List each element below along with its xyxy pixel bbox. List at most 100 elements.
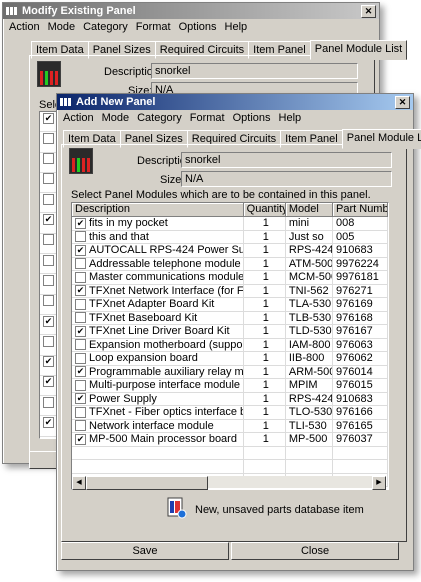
row-checkbox[interactable] bbox=[43, 234, 54, 246]
cell-quantity: 1 bbox=[244, 365, 286, 378]
row-checkbox[interactable] bbox=[75, 420, 86, 432]
row-checkbox[interactable] bbox=[43, 396, 54, 408]
menu-options[interactable]: Options bbox=[175, 21, 221, 33]
table-row[interactable]: ✔ MP-500 Main processor board 1 MP-500 97603… bbox=[72, 433, 388, 447]
scroll-thumb[interactable] bbox=[86, 476, 208, 490]
table-row[interactable]: this and that 1 Just so 005 bbox=[72, 230, 388, 244]
table-row[interactable]: TFXnet - Fiber optics interface board1TL… bbox=[72, 406, 388, 420]
row-checkbox[interactable]: ✔ bbox=[75, 433, 86, 445]
row-checkbox[interactable] bbox=[43, 254, 54, 266]
row-checkbox[interactable] bbox=[75, 271, 86, 283]
row-checkbox[interactable] bbox=[43, 173, 54, 185]
row-checkbox[interactable] bbox=[43, 335, 54, 347]
tab-panel-module-list[interactable]: Panel Module List bbox=[341, 129, 421, 149]
row-checkbox[interactable] bbox=[75, 339, 86, 351]
menu-format[interactable]: Format bbox=[132, 21, 175, 33]
row-checkbox[interactable] bbox=[43, 193, 54, 205]
scroll-right-icon[interactable]: ▶ bbox=[372, 476, 386, 490]
menu-options[interactable]: Options bbox=[229, 112, 275, 124]
row-checkbox[interactable] bbox=[75, 379, 86, 391]
row-checkbox[interactable]: ✔ bbox=[75, 325, 86, 337]
table-row[interactable]: TFXnet Adapter Board Kit 1 TLA-530 976169 bbox=[72, 298, 388, 312]
row-checkbox[interactable]: ✔ bbox=[43, 356, 54, 368]
modify-panel-titlebar[interactable]: Modify Existing Panel ✕ bbox=[3, 3, 379, 19]
description-field[interactable]: snorkel bbox=[181, 152, 392, 168]
table-row[interactable]: TFXnet Baseboard Kit 1 TLB-530 976168 bbox=[72, 311, 388, 325]
table-row[interactable]: Addressable telephone module 1 ATM-500 9976… bbox=[72, 257, 388, 271]
table-row[interactable]: Expansion motherboard (supports 5 IIB-80… bbox=[72, 338, 388, 352]
row-checkbox[interactable]: ✔ bbox=[75, 393, 86, 405]
horizontal-scrollbar[interactable]: ◀ ▶ bbox=[72, 476, 386, 490]
menu-action[interactable]: Action bbox=[5, 21, 44, 33]
cell-quantity: 1 bbox=[244, 379, 286, 392]
table-row[interactable]: ✔AUTOCALL RPS-424 Power Supply1RPS-42491… bbox=[72, 244, 388, 258]
cell-part: 9976224 bbox=[333, 257, 388, 270]
row-checkbox[interactable]: ✔ bbox=[43, 315, 54, 327]
row-checkbox[interactable]: ✔ bbox=[43, 417, 54, 429]
menu-help[interactable]: Help bbox=[221, 21, 252, 33]
cell-description: ✔ TFXnet Line Driver Board Kit bbox=[72, 325, 244, 338]
row-checkbox[interactable] bbox=[75, 258, 86, 270]
description-text: Multi-purpose interface module bbox=[89, 379, 241, 391]
description-field[interactable]: snorkel bbox=[151, 63, 358, 79]
row-checkbox[interactable] bbox=[43, 274, 54, 286]
menu-category[interactable]: Category bbox=[133, 112, 186, 124]
row-checkbox[interactable]: ✔ bbox=[43, 376, 54, 388]
row-checkbox[interactable]: ✔ bbox=[43, 214, 54, 226]
col-quantity[interactable]: Quantity bbox=[243, 203, 286, 217]
row-checkbox[interactable] bbox=[75, 352, 86, 364]
row-checkbox[interactable] bbox=[43, 295, 54, 307]
row-checkbox[interactable] bbox=[75, 312, 86, 324]
menu-mode[interactable]: Mode bbox=[44, 21, 80, 33]
row-checkbox[interactable]: ✔ bbox=[75, 285, 86, 297]
close-button[interactable]: Close bbox=[231, 542, 399, 560]
table-row[interactable]: ✔ TFXnet Line Driver Board Kit 1 TLD-530 976… bbox=[72, 325, 388, 339]
row-checkbox[interactable] bbox=[75, 298, 86, 310]
row-checkbox[interactable]: ✔ bbox=[75, 366, 86, 378]
row-checkbox[interactable] bbox=[43, 153, 54, 165]
save-button[interactable]: Save bbox=[61, 542, 229, 560]
cell-part: 976169 bbox=[333, 298, 388, 311]
cell-model: ARM-500 bbox=[286, 365, 334, 378]
row-checkbox[interactable] bbox=[75, 406, 86, 418]
empty-cell bbox=[333, 446, 388, 459]
row-checkbox[interactable]: ✔ bbox=[75, 217, 86, 229]
row-checkbox[interactable]: ✔ bbox=[43, 112, 54, 124]
cell-quantity: 1 bbox=[244, 298, 286, 311]
module-list[interactable]: Description Quantity Model Part Number ✔… bbox=[71, 202, 389, 490]
add-panel-titlebar[interactable]: Add New Panel ✕ bbox=[57, 94, 413, 110]
menu-help[interactable]: Help bbox=[275, 112, 306, 124]
table-row[interactable]: ✔TFXnet Network Interface (for FireGraph… bbox=[72, 284, 388, 298]
cell-quantity: 1 bbox=[244, 271, 286, 284]
table-row[interactable]: Multi-purpose interface module 1 MPIM 97601… bbox=[72, 379, 388, 393]
size-field[interactable]: N/A bbox=[181, 171, 392, 187]
table-row[interactable]: Master communications module kit w/maste… bbox=[72, 271, 388, 285]
tab-panel-module-list[interactable]: Panel Module List bbox=[309, 40, 408, 60]
menu-mode[interactable]: Mode bbox=[98, 112, 134, 124]
row-checkbox[interactable] bbox=[75, 231, 86, 243]
row-checkbox[interactable] bbox=[43, 132, 54, 144]
cell-model: Just so bbox=[286, 230, 334, 243]
menu-format[interactable]: Format bbox=[186, 112, 229, 124]
table-row[interactable]: ✔ fits in my pocket 1 mini 008 bbox=[72, 217, 388, 231]
description-text: Power Supply bbox=[89, 392, 157, 405]
empty-cell bbox=[286, 460, 334, 473]
table-row[interactable]: Network interface module 1 TLI-530 976165 bbox=[72, 419, 388, 433]
menu-action[interactable]: Action bbox=[59, 112, 98, 124]
close-icon[interactable]: ✕ bbox=[361, 5, 376, 18]
description-text: TFXnet Adapter Board Kit bbox=[89, 298, 215, 310]
col-description[interactable]: Description bbox=[72, 203, 244, 217]
menu-category[interactable]: Category bbox=[79, 21, 132, 33]
empty-cell bbox=[72, 460, 244, 473]
cell-quantity: 1 bbox=[244, 433, 286, 446]
table-row[interactable]: Loop expansion board 1 IIB-800 976062 bbox=[72, 352, 388, 366]
table-row[interactable]: ✔ Power Supply 1 RPS-424 910683 bbox=[72, 392, 388, 406]
close-icon[interactable]: ✕ bbox=[395, 96, 410, 109]
col-part-number[interactable]: Part Number bbox=[333, 203, 388, 217]
scroll-left-icon[interactable]: ◀ bbox=[72, 476, 86, 490]
row-checkbox[interactable]: ✔ bbox=[75, 244, 86, 256]
empty-row bbox=[72, 460, 388, 474]
table-row[interactable]: ✔Programmable auxiliary relay module1ARM… bbox=[72, 365, 388, 379]
empty-cell bbox=[333, 460, 388, 473]
col-model[interactable]: Model bbox=[285, 203, 334, 217]
